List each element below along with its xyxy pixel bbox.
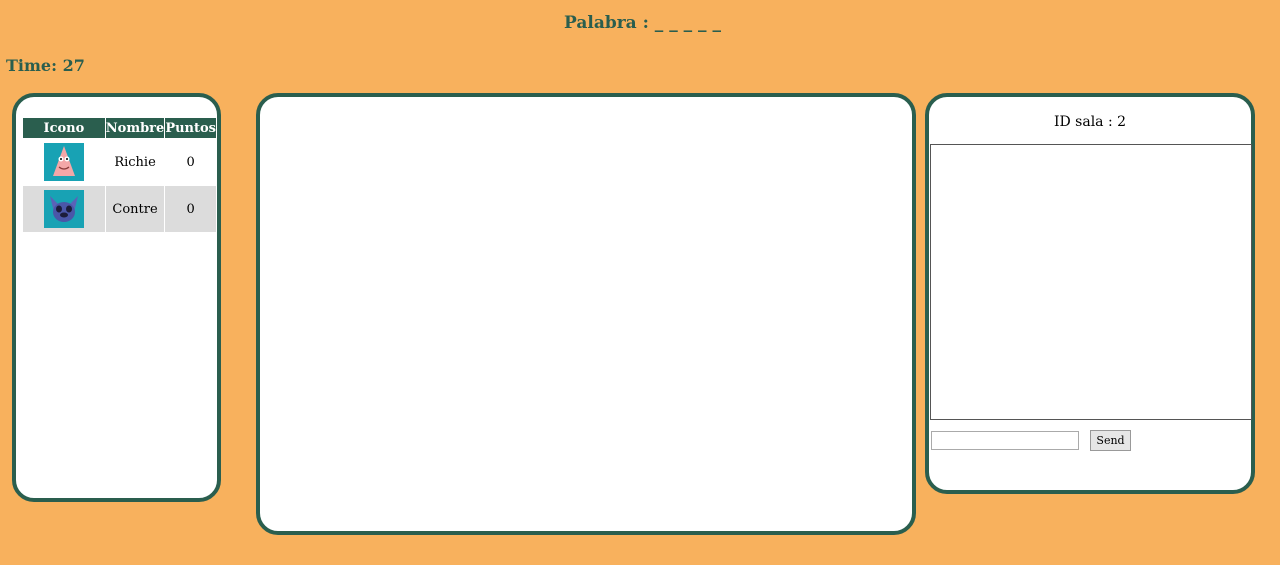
table-row: Richie 0 bbox=[23, 139, 216, 185]
column-header-points: Puntos bbox=[165, 118, 216, 138]
player-points: 0 bbox=[165, 186, 216, 232]
table-header-row: Icono Nombre Puntos bbox=[23, 118, 216, 138]
chat-messages-area[interactable] bbox=[930, 144, 1252, 420]
column-header-name: Nombre bbox=[105, 118, 165, 138]
drawing-canvas[interactable] bbox=[256, 93, 916, 535]
word-hint: Palabra : _ _ _ _ _ bbox=[564, 13, 721, 33]
player-points: 0 bbox=[186, 154, 195, 170]
blue-alien-avatar-icon bbox=[43, 190, 84, 228]
chat-panel: ID sala : 2 Send bbox=[925, 93, 1255, 494]
room-id-label: ID sala : 2 bbox=[1053, 114, 1127, 130]
column-header-icon: Icono bbox=[23, 118, 105, 138]
pink-starfish-avatar-icon bbox=[43, 143, 84, 181]
scoreboard-table: Icono Nombre Puntos Richie 0 Contre 0 bbox=[22, 117, 217, 233]
players-panel: Icono Nombre Puntos Richie 0 Contre 0 bbox=[12, 93, 221, 502]
chat-message-input[interactable] bbox=[931, 431, 1079, 450]
player-name: Richie bbox=[114, 154, 156, 170]
table-row: Contre 0 bbox=[23, 186, 216, 232]
player-icon-cell bbox=[23, 186, 105, 232]
timer: Time: 27 bbox=[6, 56, 85, 75]
player-name: Contre bbox=[105, 186, 165, 232]
send-button[interactable]: Send bbox=[1090, 430, 1131, 451]
player-icon-cell bbox=[23, 139, 105, 185]
